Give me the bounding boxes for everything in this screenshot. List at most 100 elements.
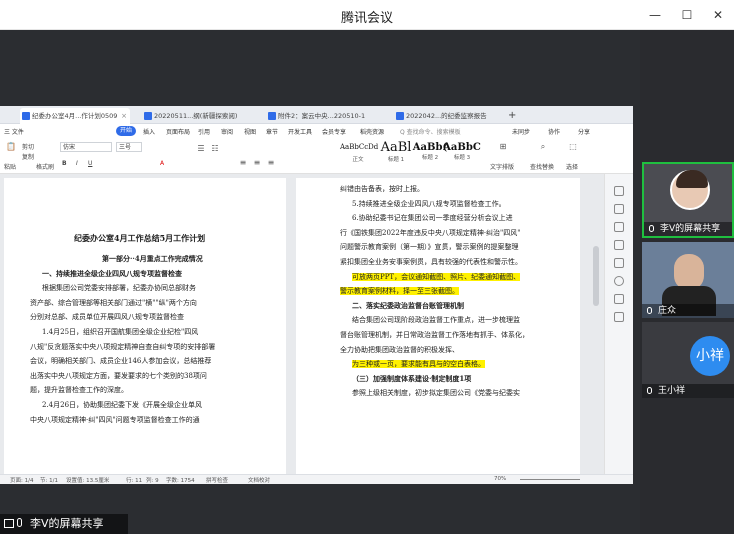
select-label[interactable]: 选择 bbox=[566, 162, 578, 171]
menu-review[interactable]: 审阅 bbox=[221, 127, 233, 136]
text-layout-label[interactable]: 文字排版 bbox=[490, 162, 514, 171]
numbered-list-icon[interactable]: ☷ bbox=[210, 144, 220, 154]
paste-icon[interactable]: 📋 bbox=[6, 142, 16, 152]
tab-doc-2[interactable]: 20220511...纲(新疆探索阅) bbox=[142, 108, 254, 124]
avatar bbox=[670, 170, 710, 210]
wps-document-window: 纪委办公室4月...作计划0509 × 20220511...纲(新疆探索阅) … bbox=[0, 106, 633, 484]
tab-doc-4[interactable]: 2022042...的纪委监察报告 bbox=[394, 108, 498, 124]
copy-button[interactable]: 复制 bbox=[22, 152, 34, 161]
menu-chapter[interactable]: 章节 bbox=[266, 127, 278, 136]
doc-line: 资产部、综合管理部等相关部门通过"横""纵"两个方向 bbox=[30, 298, 197, 307]
tune-icon[interactable] bbox=[614, 240, 624, 250]
menu-insert[interactable]: 插入 bbox=[143, 127, 155, 136]
menu-page-layout[interactable]: 页面布局 bbox=[166, 127, 190, 136]
text-layout-icon[interactable]: ⊞ bbox=[498, 142, 508, 152]
shared-screen: 纪委办公室4月...作计划0509 × 20220511...纲(新疆探索阅) … bbox=[0, 30, 640, 534]
mic-icon bbox=[17, 518, 22, 527]
underline-button[interactable]: U bbox=[88, 160, 92, 167]
doc-line: 根据集团公司党委安排部署，纪委办协同总部财务 bbox=[42, 284, 196, 293]
vertical-scrollbar[interactable] bbox=[593, 246, 599, 306]
new-tab-button[interactable]: + bbox=[506, 108, 520, 124]
menu-docer[interactable]: 稻壳资源 bbox=[360, 127, 384, 136]
align-left-icon[interactable]: ≡ bbox=[238, 158, 248, 168]
share-button[interactable]: 分享 bbox=[578, 127, 590, 136]
align-center-icon[interactable]: ≡ bbox=[252, 158, 262, 168]
minimize-button[interactable]: — bbox=[646, 6, 664, 24]
style-preview: AaBbCcDd bbox=[340, 143, 379, 151]
search-icon[interactable]: ⌕ bbox=[538, 142, 548, 152]
collab-button[interactable]: 协作 bbox=[548, 127, 560, 136]
menu-view[interactable]: 视图 bbox=[244, 127, 256, 136]
status-words[interactable]: 字数: 1754 bbox=[166, 476, 195, 484]
pointer-icon[interactable] bbox=[614, 186, 624, 196]
status-page: 页面: 1/4 bbox=[10, 478, 34, 484]
doc-line: 问题警示教育案例（第一期）》宣贯，警示案例的提案整理 bbox=[340, 243, 519, 252]
align-right-icon[interactable]: ≡ bbox=[266, 158, 276, 168]
screen-icon bbox=[4, 519, 14, 528]
style-heading-3[interactable]: AaBbC 标题 3 bbox=[442, 140, 482, 162]
status-row: 行: 11 bbox=[126, 478, 143, 484]
font-color-button[interactable]: A bbox=[160, 160, 164, 167]
ribbon-toolbar: 📋 粘贴 剪切 复制 格式刷 仿宋 三号 B I U A ☰ ☷ ≡ ≡ ≡ A… bbox=[0, 138, 633, 174]
pen-icon[interactable] bbox=[614, 204, 624, 214]
zoom-slider[interactable] bbox=[520, 479, 580, 480]
text-icon[interactable] bbox=[614, 222, 624, 232]
doc-line: 中央八项规定精神·纠"四风"问题专项监督检查工作的通 bbox=[30, 415, 200, 424]
participant-card-1[interactable]: 李V的屏幕共享 bbox=[642, 162, 734, 238]
font-family-select[interactable]: 仿宋 bbox=[60, 142, 112, 152]
participant-card-2[interactable]: 庄众 bbox=[642, 242, 734, 318]
paste-label: 粘贴 bbox=[4, 164, 17, 171]
font-size-select[interactable]: 三号 bbox=[116, 142, 142, 152]
compass-icon[interactable] bbox=[614, 312, 624, 322]
subsection-heading: 一、持续推进全级企业四风八规专项监督检查 bbox=[42, 268, 182, 278]
tab-bar: 纪委办公室4月...作计划0509 × 20220511...纲(新疆探索阅) … bbox=[0, 106, 633, 124]
mic-icon bbox=[649, 225, 654, 232]
menu-file[interactable]: 三 文件 bbox=[4, 127, 24, 136]
share-label-text: 李V的屏幕共享 bbox=[30, 517, 104, 530]
page-right: 纠错由告备表，按时上报。 5.持续推进全级企业四风八规专项监督检查工作。 6.协… bbox=[296, 178, 580, 478]
sync-status[interactable]: 未同步 bbox=[512, 127, 530, 136]
tab-doc-3[interactable]: 附件2：案云中央...220510-1 bbox=[266, 108, 382, 124]
style-name: 正文 bbox=[352, 157, 364, 163]
participant-name: 庄众 bbox=[642, 304, 734, 318]
doc-icon bbox=[396, 112, 404, 120]
find-replace-label[interactable]: 查找替换 bbox=[530, 162, 554, 171]
style-preview: AaBbC bbox=[443, 142, 481, 153]
doc-line: 6.协助纪委书记在集团公司一季度经营分析会议上进 bbox=[352, 214, 513, 223]
section-heading: 第一部分··4月重点工作完成情况 bbox=[102, 254, 203, 263]
stamp-icon[interactable] bbox=[614, 294, 624, 304]
bullet-list-icon[interactable]: ☰ bbox=[196, 144, 206, 154]
share-icon[interactable] bbox=[614, 258, 624, 268]
participant-card-3[interactable]: 小祥 王小祥 bbox=[642, 322, 734, 398]
cut-button[interactable]: 剪切 bbox=[22, 142, 34, 151]
doc-icon bbox=[144, 112, 152, 120]
mic-icon bbox=[647, 307, 652, 314]
doc-title: 纪委办公室4月工作总结5月工作计划 bbox=[74, 233, 206, 243]
help-icon[interactable] bbox=[614, 276, 624, 286]
italic-button[interactable]: I bbox=[76, 160, 78, 167]
highlighted-note: 为三种或一页，要求能有具与的空白表格。 bbox=[352, 360, 485, 369]
style-heading-1[interactable]: AaBl 标题 1 bbox=[378, 140, 414, 163]
menu-dev-tools[interactable]: 开发工具 bbox=[288, 127, 312, 136]
highlighted-note: 警示教育案例材料，择一至三张截图。 bbox=[340, 287, 459, 296]
close-button[interactable]: ✕ bbox=[709, 6, 727, 24]
close-icon[interactable]: × bbox=[121, 108, 127, 124]
bold-button[interactable]: B bbox=[62, 160, 67, 167]
doc-line: 八规"反贪题落实中央八项规定精神自查自纠专项的安排部署 bbox=[30, 342, 216, 351]
participant-name: 王小祥 bbox=[642, 384, 734, 398]
format-painter-button[interactable]: 格式刷 bbox=[36, 162, 54, 171]
doc-line: 结合集团公司现阶段政治监督工作重点，进一步梳理监 bbox=[352, 316, 520, 325]
spell-check[interactable]: 拼写检查 bbox=[206, 476, 228, 484]
menu-start[interactable]: 开始 bbox=[116, 126, 137, 136]
menu-reference[interactable]: 引用 bbox=[198, 127, 210, 136]
doc-line: 紧扣集团全业务安事案例贯，具有较强的代表性和警示性。 bbox=[340, 257, 522, 266]
menu-member[interactable]: 会员专享 bbox=[322, 127, 346, 136]
subsection-heading: （三）加强制度体系建设·制定制度1项 bbox=[352, 373, 472, 383]
zoom-level[interactable]: 70% bbox=[494, 476, 506, 482]
style-normal[interactable]: AaBbCcDd 正文 bbox=[340, 140, 379, 163]
doc-proof[interactable]: 文档校对 bbox=[248, 476, 270, 484]
tab-doc-1[interactable]: 纪委办公室4月...作计划0509 × bbox=[20, 108, 130, 124]
maximize-button[interactable]: ☐ bbox=[678, 6, 696, 24]
select-icon[interactable]: ⬚ bbox=[568, 142, 578, 152]
command-search[interactable]: Q 查找命令、搜索模板 bbox=[400, 127, 461, 136]
